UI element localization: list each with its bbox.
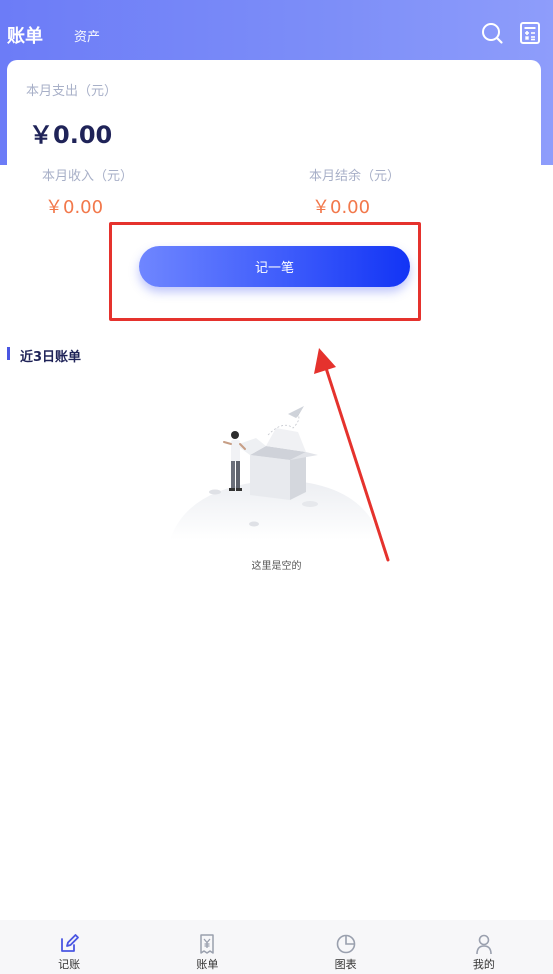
nav-label-bills: 账单 [196,958,219,971]
balance-value: ￥0.00 [312,197,371,218]
expense-label: 本月支出（元） [26,84,118,99]
nav-label-mine: 我的 [472,958,495,971]
nav-item-record[interactable]: 记账 [0,920,138,974]
bill-icon [200,934,215,954]
top-bar: 账单 资产 [0,0,553,66]
nav-label-record: 记账 [58,958,81,971]
nav-item-charts[interactable]: 图表 [277,920,415,974]
nav-item-bills[interactable]: 账单 [138,920,276,974]
empty-state-text: 这里是空的 [251,561,302,572]
user-icon [476,934,492,955]
edit-icon [61,934,80,952]
search-icon[interactable] [480,21,504,45]
balance-label: 本月结余（元） [309,169,401,184]
tab-bills[interactable]: 账单 [7,22,43,48]
tab-assets[interactable]: 资产 [74,26,100,45]
income-value: ￥0.00 [45,197,104,218]
calculator-icon[interactable] [518,21,542,45]
nav-label-charts: 图表 [334,958,357,971]
nav-item-mine[interactable]: 我的 [415,920,553,974]
recent-bills-title: 近3日账单 [20,350,82,365]
section-accent-bar [7,347,10,360]
record-entry-button[interactable]: 记一笔 [139,246,410,287]
bottom-navigation: 记账 账单 图表 我的 [0,920,553,974]
annotation-arrow [314,348,390,562]
expense-value: ￥0.00 [29,121,113,149]
income-label: 本月收入（元） [42,169,134,184]
pie-chart-icon [336,934,355,954]
